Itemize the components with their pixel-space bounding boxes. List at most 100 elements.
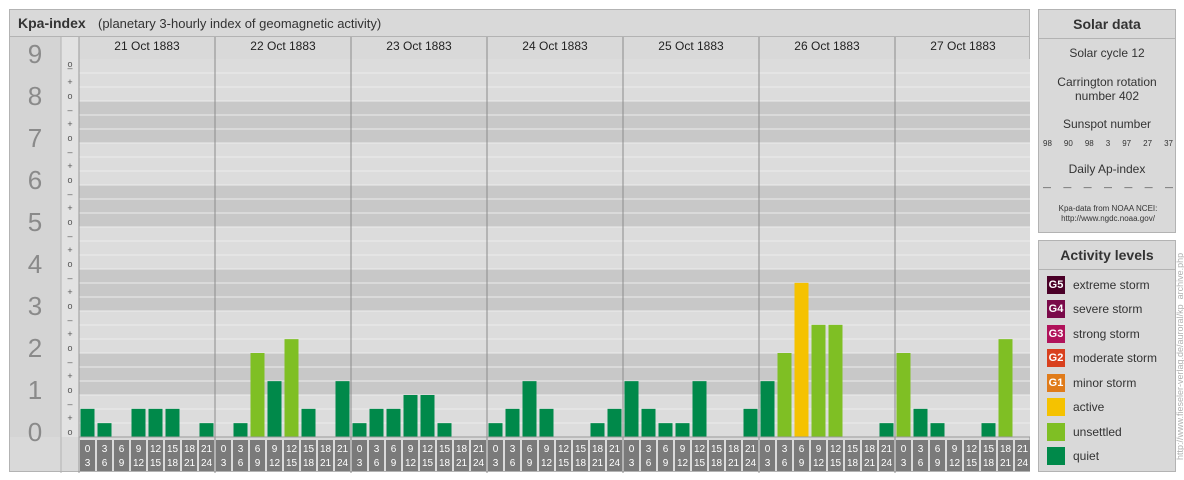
minor-tick-label: o <box>67 427 72 437</box>
interval-start-label: 9 <box>816 444 822 455</box>
kp-band <box>79 59 1030 101</box>
interval-end-label: 18 <box>439 458 451 469</box>
watermark-text: http://www.fieseler-verlag.de/auroral/kp… <box>1175 252 1184 460</box>
interval-start-label: 12 <box>422 444 434 455</box>
interval-start-label: 18 <box>320 444 332 455</box>
interval-start-label: 0 <box>221 444 227 455</box>
interval-end-label: 3 <box>85 458 91 469</box>
ap-value: — <box>1083 183 1092 192</box>
interval-start-label: 21 <box>473 444 485 455</box>
interval-end-label: 15 <box>422 458 434 469</box>
sunspot-value: 97 <box>1122 139 1132 148</box>
activity-levels-title: Activity levels <box>1039 241 1175 270</box>
kp-bar <box>658 423 673 437</box>
minor-tick-label: o <box>67 91 72 101</box>
interval-start-label: 18 <box>1000 444 1012 455</box>
y-tick-label: 6 <box>28 165 42 195</box>
interval-end-label: 6 <box>238 458 244 469</box>
interval-end-label: 6 <box>510 458 516 469</box>
day-label: 21 Oct 1883 <box>114 39 180 53</box>
interval-end-label: 24 <box>473 458 485 469</box>
legend-swatch <box>1047 447 1065 465</box>
y-tick-label: 7 <box>28 123 42 153</box>
y-tick-label: 8 <box>28 81 42 111</box>
minor-tick-label: + <box>67 203 72 213</box>
interval-start-label: 3 <box>918 444 924 455</box>
interval-start-label: 18 <box>456 444 468 455</box>
minor-tick-label: o <box>67 343 72 353</box>
carrington-rotation-line1: Carrington rotation <box>1057 75 1157 89</box>
legend-item: G3 strong storm <box>1047 325 1140 343</box>
minor-tick-label: – <box>67 357 72 367</box>
interval-start-label: 9 <box>952 444 958 455</box>
interval-start-label: 18 <box>864 444 876 455</box>
interval-end-label: 12 <box>813 458 825 469</box>
interval-start-label: 0 <box>85 444 91 455</box>
kp-bar <box>284 339 299 437</box>
sunspot-value: 98 <box>1084 139 1094 148</box>
interval-end-label: 21 <box>184 458 196 469</box>
interval-start-label: 0 <box>357 444 363 455</box>
kp-band <box>79 185 1030 227</box>
ap-index-values: — — — — — — — <box>1043 183 1173 192</box>
interval-start-label: 3 <box>646 444 652 455</box>
interval-end-label: 21 <box>864 458 876 469</box>
interval-end-label: 9 <box>935 458 941 469</box>
kp-bar <box>267 381 282 437</box>
interval-end-label: 3 <box>765 458 771 469</box>
interval-end-label: 15 <box>150 458 162 469</box>
interval-start-label: 12 <box>286 444 298 455</box>
day-label: 25 Oct 1883 <box>658 39 724 53</box>
interval-start-label: 3 <box>102 444 108 455</box>
minor-tick-label: + <box>67 77 72 87</box>
interval-end-label: 12 <box>405 458 417 469</box>
y-tick-label: 2 <box>28 333 42 363</box>
legend-swatch <box>1047 423 1065 441</box>
ap-value: — <box>1103 183 1112 192</box>
interval-start-label: 0 <box>629 444 635 455</box>
kp-bar-chart: 0123456789o+–o+–o+–o+–o+–o+–o+–o+–o+–o21… <box>10 37 1030 473</box>
kp-bar <box>369 408 384 437</box>
interval-end-label: 15 <box>966 458 978 469</box>
ap-value: — <box>1124 183 1133 192</box>
legend-swatch: G1 <box>1047 374 1065 392</box>
interval-end-label: 12 <box>541 458 553 469</box>
interval-end-label: 6 <box>782 458 788 469</box>
interval-end-label: 3 <box>901 458 907 469</box>
sunspot-values: 98 90 98 3 97 27 37 <box>1043 139 1173 148</box>
day-label: 27 Oct 1883 <box>930 39 996 53</box>
minor-tick-label: o <box>67 385 72 395</box>
legend-swatch: G5 <box>1047 276 1065 294</box>
minor-tick-label: + <box>67 329 72 339</box>
minor-tick-label: o <box>67 217 72 227</box>
interval-end-label: 18 <box>711 458 723 469</box>
kp-bar <box>675 423 690 437</box>
interval-end-label: 9 <box>255 458 261 469</box>
day-label: 24 Oct 1883 <box>522 39 588 53</box>
interval-end-label: 6 <box>374 458 380 469</box>
data-source-link[interactable]: http://www.ngdc.noaa.gov/ <box>1043 214 1173 224</box>
y-tick-label: 5 <box>28 207 42 237</box>
interval-end-label: 24 <box>745 458 757 469</box>
interval-start-label: 21 <box>1017 444 1029 455</box>
interval-end-label: 9 <box>799 458 805 469</box>
minor-tick-label: + <box>67 161 72 171</box>
interval-start-label: 6 <box>255 444 261 455</box>
kp-bar <box>811 324 826 437</box>
legend-label: moderate storm <box>1073 351 1158 365</box>
interval-end-label: 21 <box>592 458 604 469</box>
interval-end-label: 15 <box>558 458 570 469</box>
interval-start-label: 3 <box>238 444 244 455</box>
interval-start-label: 3 <box>374 444 380 455</box>
kp-bar <box>352 423 367 437</box>
interval-start-label: 6 <box>391 444 397 455</box>
data-source-note: Kpa-data from NOAA NCEI: http://www.ngdc… <box>1043 204 1173 224</box>
interval-start-label: 0 <box>493 444 499 455</box>
minor-tick-label: – <box>67 105 72 115</box>
minor-tick-label: + <box>67 371 72 381</box>
interval-start-label: 18 <box>592 444 604 455</box>
minor-tick-label: + <box>67 287 72 297</box>
interval-end-label: 18 <box>167 458 179 469</box>
interval-start-label: 6 <box>119 444 125 455</box>
interval-start-label: 15 <box>983 444 995 455</box>
